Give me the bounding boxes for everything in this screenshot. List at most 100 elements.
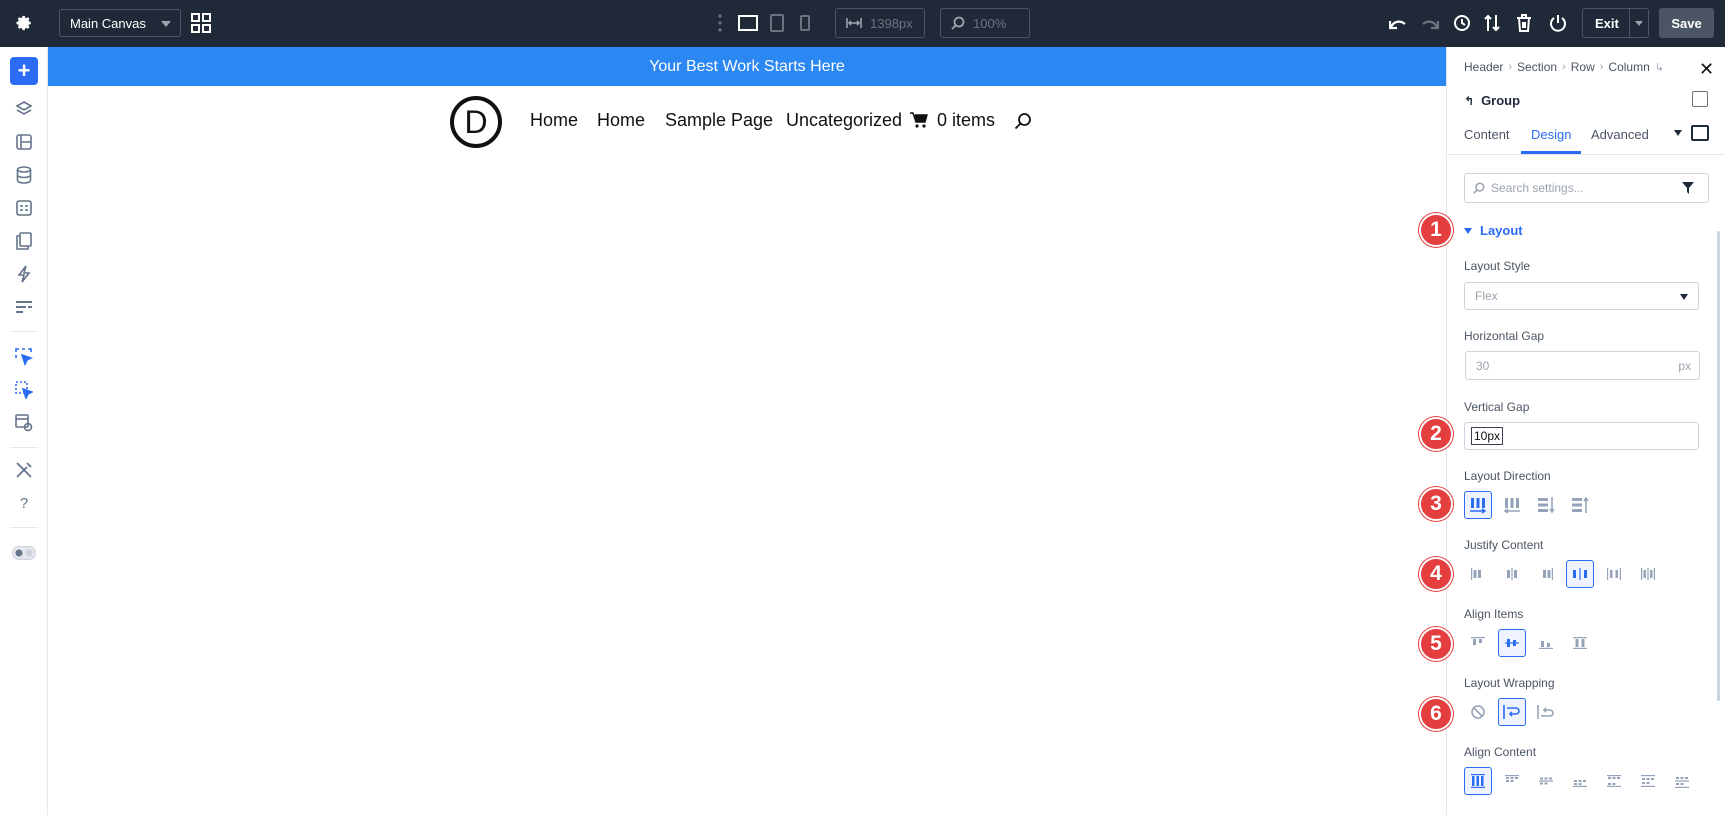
toggle-icon[interactable] <box>12 541 36 565</box>
square-icon[interactable] <box>1691 125 1709 141</box>
lightning-icon[interactable] <box>12 262 36 286</box>
horizontal-gap-input[interactable]: 30 px <box>1465 351 1700 380</box>
layout-section-toggle[interactable]: Layout <box>1464 223 1523 238</box>
form-icon[interactable] <box>12 196 36 220</box>
no-wrap-option[interactable] <box>1464 698 1492 726</box>
trash-icon[interactable] <box>1516 14 1532 32</box>
power-icon[interactable] <box>1549 14 1567 32</box>
search-input[interactable]: Search settings... <box>1464 173 1709 203</box>
canvas-select[interactable]: Main Canvas <box>59 9 181 37</box>
align-end-option[interactable] <box>1532 629 1560 657</box>
align-content-space-evenly-option[interactable] <box>1668 767 1696 795</box>
group-label[interactable]: ↰ Group <box>1464 93 1520 108</box>
layout-wrapping-label: Layout Wrapping <box>1464 676 1555 690</box>
grid-icon[interactable] <box>191 13 211 33</box>
tabs-chevron-down-icon[interactable] <box>1674 130 1682 136</box>
cart-icon[interactable] <box>910 112 928 128</box>
align-content-stretch-option[interactable] <box>1464 767 1492 795</box>
redo-icon[interactable] <box>1421 15 1439 31</box>
justify-space-between-option[interactable] <box>1566 560 1594 588</box>
left-sidebar: + ? <box>0 47 48 815</box>
history-icon[interactable] <box>1453 14 1471 32</box>
wrap-option[interactable] <box>1498 698 1526 726</box>
preview-icon[interactable] <box>12 411 36 435</box>
annotation-badge-3: 3 <box>1419 487 1453 521</box>
database-icon[interactable] <box>12 163 36 187</box>
justify-start-option[interactable] <box>1464 560 1492 588</box>
click-select-icon[interactable] <box>12 345 36 369</box>
breadcrumb-column[interactable]: Column <box>1608 60 1649 74</box>
more-vertical-icon[interactable] <box>718 14 722 32</box>
desktop-view-icon[interactable] <box>738 15 758 31</box>
justify-end-option[interactable] <box>1532 560 1560 588</box>
vertical-gap-label: Vertical Gap <box>1464 400 1530 414</box>
width-input[interactable]: 1398px <box>835 8 925 38</box>
zoom-value: 100% <box>973 15 1007 31</box>
align-content-start-option[interactable] <box>1498 767 1526 795</box>
vertical-gap-value: 10px <box>1471 427 1504 445</box>
pages-icon[interactable] <box>12 229 36 253</box>
align-start-option[interactable] <box>1464 629 1492 657</box>
width-icon <box>846 18 862 28</box>
align-content-space-between-option[interactable] <box>1600 767 1628 795</box>
zoom-input[interactable]: 100% <box>940 8 1030 38</box>
breadcrumb-row[interactable]: Row <box>1571 60 1595 74</box>
chevron-down-icon <box>1680 294 1688 300</box>
breadcrumb-section[interactable]: Section <box>1517 60 1557 74</box>
cart-items[interactable]: 0 items <box>937 110 995 131</box>
add-button[interactable]: + <box>10 57 38 85</box>
layout-style-select[interactable]: Flex <box>1464 282 1699 310</box>
logo-letter: D <box>464 103 488 140</box>
close-icon[interactable]: ✕ <box>1699 59 1714 80</box>
direction-column-option[interactable] <box>1532 491 1560 519</box>
phone-view-icon[interactable] <box>799 15 811 31</box>
justify-center-option[interactable] <box>1498 560 1526 588</box>
multi-select-icon[interactable] <box>12 378 36 402</box>
filter-icon[interactable] <box>1682 182 1694 194</box>
align-center-option[interactable] <box>1498 629 1526 657</box>
tablet-view-icon[interactable] <box>770 14 784 32</box>
align-content-end-option[interactable] <box>1566 767 1594 795</box>
undo-icon[interactable] <box>1389 15 1407 31</box>
align-content-center-option[interactable] <box>1532 767 1560 795</box>
align-stretch-option[interactable] <box>1566 629 1594 657</box>
tab-content[interactable]: Content <box>1464 127 1510 142</box>
tools-icon[interactable] <box>12 458 36 482</box>
align-content-label: Align Content <box>1464 745 1537 759</box>
align-content-space-around-option[interactable] <box>1634 767 1662 795</box>
help-icon[interactable]: ? <box>12 491 36 515</box>
direction-row-reverse-option[interactable] <box>1498 491 1526 519</box>
nav-search-icon[interactable] <box>1014 112 1032 130</box>
justify-space-evenly-option[interactable] <box>1634 560 1662 588</box>
breadcrumb-header[interactable]: Header <box>1464 60 1503 74</box>
top-toolbar: Main Canvas 1398px 100% Exit Save <box>0 0 1725 47</box>
nav-item-home[interactable]: Home <box>530 110 578 131</box>
save-button[interactable]: Save <box>1659 8 1714 38</box>
panel-scrollbar[interactable] <box>1717 231 1720 701</box>
portability-icon[interactable] <box>1484 14 1500 32</box>
exit-chevron-down-icon[interactable] <box>1635 21 1643 26</box>
site-logo[interactable]: D <box>450 96 502 148</box>
group-settings-icon[interactable] <box>1692 91 1708 107</box>
theme-icon[interactable] <box>12 130 36 154</box>
builder-canvas[interactable]: Your Best Work Starts Here D Home Home S… <box>48 47 1446 815</box>
tab-design[interactable]: Design <box>1531 127 1571 142</box>
layout-style-label: Layout Style <box>1464 259 1531 273</box>
enter-arrow-icon[interactable]: ↳ <box>1655 61 1664 74</box>
annotation-badge-2: 2 <box>1419 417 1453 451</box>
nav-item-sample-page[interactable]: Sample Page <box>665 110 773 131</box>
structure-icon[interactable] <box>12 295 36 319</box>
nav-item-uncategorized[interactable]: Uncategorized <box>786 110 902 131</box>
exit-button[interactable]: Exit <box>1582 8 1649 38</box>
direction-row-option[interactable] <box>1464 491 1492 519</box>
layers-icon[interactable] <box>12 97 36 121</box>
wrap-reverse-option[interactable] <box>1532 698 1560 726</box>
vertical-gap-input[interactable]: 10px <box>1464 422 1699 450</box>
justify-space-around-option[interactable] <box>1600 560 1628 588</box>
gear-icon[interactable] <box>15 14 33 32</box>
nav-item-home-2[interactable]: Home <box>597 110 645 131</box>
tab-advanced[interactable]: Advanced <box>1591 127 1649 142</box>
direction-column-reverse-option[interactable] <box>1566 491 1594 519</box>
exit-divider <box>1629 9 1630 37</box>
header-banner[interactable]: Your Best Work Starts Here <box>48 47 1446 86</box>
